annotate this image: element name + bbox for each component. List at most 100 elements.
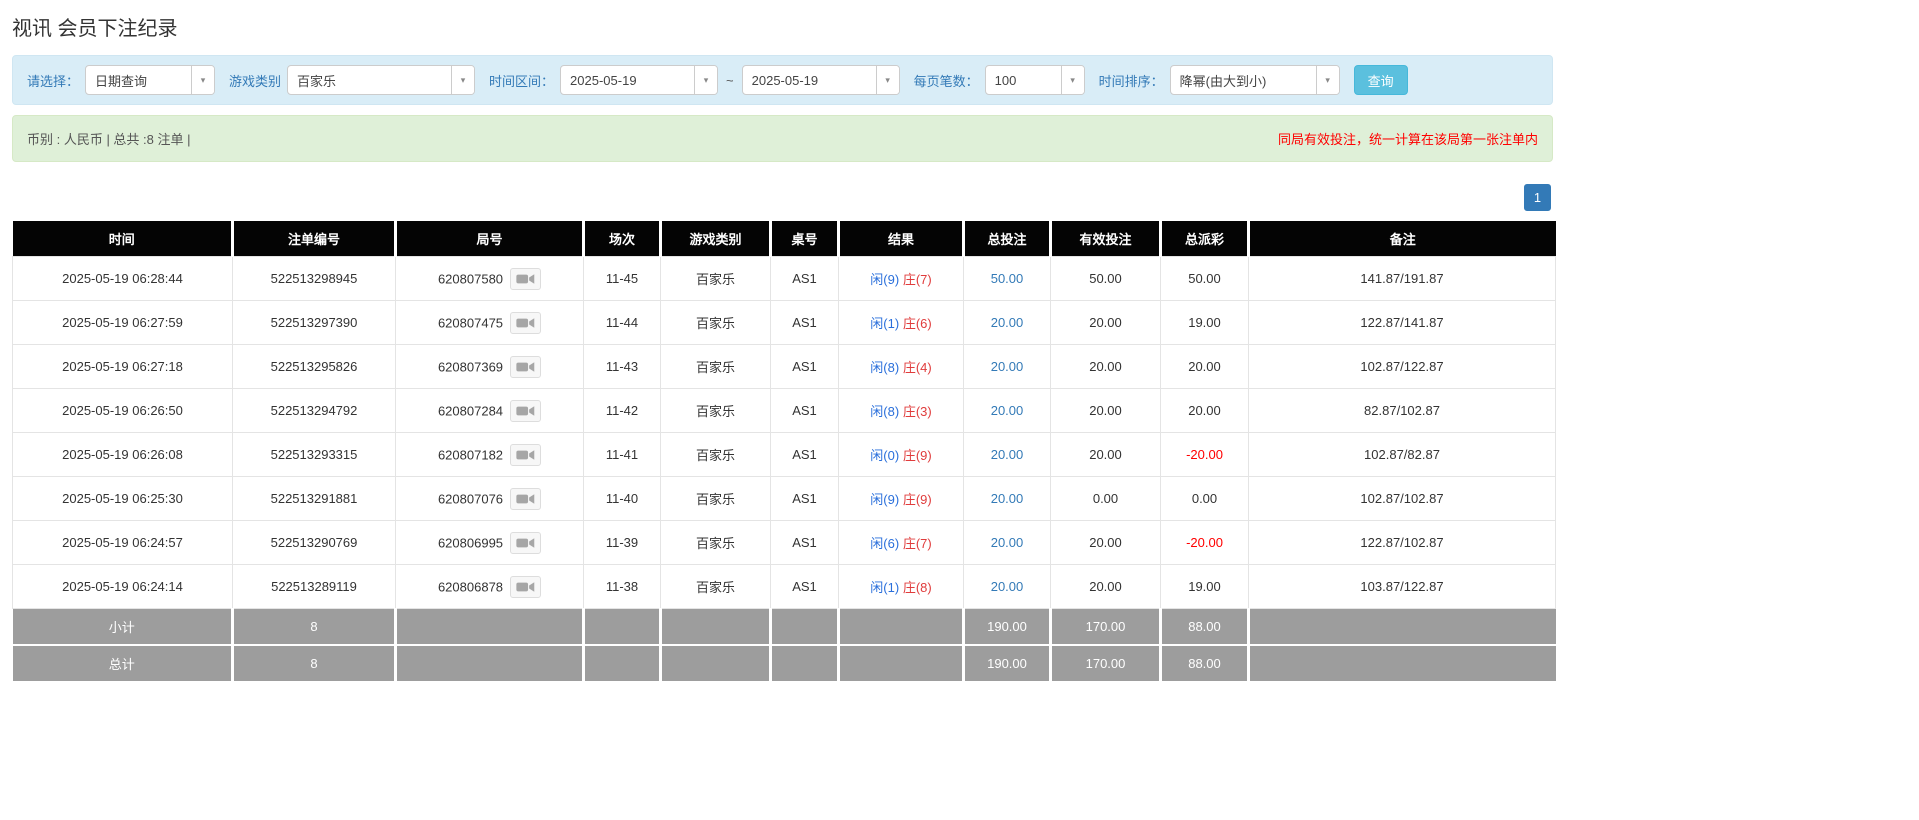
result-banker: 庄(4) [902, 360, 932, 375]
cell-game-type: 百家乐 [660, 520, 771, 565]
game-type-select[interactable]: 百家乐 ▾ [287, 65, 476, 95]
total-bet-link[interactable]: 20.00 [991, 491, 1024, 506]
page-button[interactable]: 1 [1524, 184, 1551, 211]
table-row: 2025-05-19 06:24:14 522513289119 620806878… [12, 564, 1556, 609]
cell-payout: -20.00 [1160, 432, 1249, 477]
video-icon[interactable] [510, 311, 542, 334]
date-from-select[interactable]: 2025-05-19 ▾ [560, 65, 719, 95]
video-icon[interactable] [510, 443, 542, 466]
cell-round: 620807580 [395, 256, 584, 301]
cell-time: 2025-05-19 06:27:59 [12, 300, 233, 345]
summary-row: 小计 8 190.00 170.00 88.00 [12, 608, 1556, 646]
cell-time: 2025-05-19 06:27:18 [12, 344, 233, 389]
chevron-down-icon[interactable]: ▾ [694, 66, 718, 94]
total-bet-link[interactable]: 20.00 [991, 447, 1024, 462]
cell-bet-id: 522513291881 [232, 476, 396, 521]
chevron-down-icon[interactable]: ▾ [191, 66, 215, 94]
cell-bet-id: 522513290769 [232, 520, 396, 565]
video-icon[interactable] [510, 267, 542, 290]
cell-bet-id: 522513298945 [232, 256, 396, 301]
cell-table-no: AS1 [770, 256, 839, 301]
summary-bar: 币别 : 人民币 | 总共 :8 注单 | 同局有效投注，统一计算在该局第一张注… [12, 115, 1553, 162]
cell-time: 2025-05-19 06:28:44 [12, 256, 233, 301]
cell-result: 闲(1) 庄(6) [838, 300, 964, 345]
cell-note: 122.87/141.87 [1248, 300, 1556, 345]
video-icon[interactable] [510, 399, 542, 422]
chevron-down-icon[interactable]: ▾ [1060, 66, 1084, 94]
cell-valid-bet: 20.00 [1050, 564, 1161, 609]
time-sort-select[interactable]: 降幂(由大到小) ▾ [1169, 65, 1340, 95]
date-from-value: 2025-05-19 [570, 72, 637, 88]
game-type-value: 百家乐 [297, 73, 337, 89]
cell-result: 闲(8) 庄(3) [838, 388, 964, 433]
column-header: 总投注 [963, 221, 1052, 257]
cell-session: 11-43 [583, 344, 661, 389]
cell-total-bet: 20.00 [963, 432, 1051, 477]
cell-valid-bet: 20.00 [1050, 300, 1161, 345]
summary-row: 总计 8 190.00 170.00 88.00 [12, 645, 1556, 683]
result-player: 闲(9) [870, 272, 900, 287]
video-icon[interactable] [510, 355, 542, 378]
cell-session: 11-38 [583, 564, 661, 609]
cell-note: 122.87/102.87 [1248, 520, 1556, 565]
cell-payout: 0.00 [1160, 476, 1249, 521]
cell-note: 102.87/82.87 [1248, 432, 1556, 477]
chevron-down-icon[interactable]: ▾ [451, 66, 475, 94]
page-size-select[interactable]: 100 ▾ [984, 65, 1085, 95]
pagination-top: 1 [12, 184, 1551, 211]
cell-table-no: AS1 [770, 520, 839, 565]
page-container: 视讯 会员下注纪录 请选择： 日期查询 ▾ 游戏类别 百家乐 ▾ 时间区间： 2… [0, 0, 1565, 820]
chevron-down-icon[interactable]: ▾ [875, 66, 899, 94]
chevron-down-icon[interactable]: ▾ [1315, 66, 1339, 94]
table-row: 2025-05-19 06:27:59 522513297390 620807475… [12, 300, 1556, 345]
range-separator: ~ [726, 72, 734, 88]
table-row: 2025-05-19 06:28:44 522513298945 620807580… [12, 256, 1556, 301]
total-bet-link[interactable]: 50.00 [991, 271, 1024, 286]
total-bet-link[interactable]: 20.00 [991, 579, 1024, 594]
cell-payout: 20.00 [1160, 388, 1249, 433]
total-bet-link[interactable]: 20.00 [991, 359, 1024, 374]
column-header: 备注 [1248, 221, 1556, 257]
date-to-select[interactable]: 2025-05-19 ▾ [741, 65, 900, 95]
cell-valid-bet: 20.00 [1050, 520, 1161, 565]
query-type-select[interactable]: 日期查询 ▾ [85, 65, 216, 95]
total-bet-link[interactable]: 20.00 [991, 403, 1024, 418]
summary-payout: 88.00 [1160, 608, 1250, 646]
column-header: 场次 [583, 221, 662, 257]
cell-game-type: 百家乐 [660, 476, 771, 521]
cell-bet-id: 522513293315 [232, 432, 396, 477]
table-row: 2025-05-19 06:27:18 522513295826 620807369… [12, 344, 1556, 389]
result-banker: 庄(9) [902, 492, 932, 507]
table-body: 2025-05-19 06:28:44 522513298945 620807580… [12, 256, 1556, 609]
table-row: 2025-05-19 06:26:08 522513293315 620807182… [12, 432, 1556, 477]
video-icon[interactable] [510, 575, 542, 598]
cell-result: 闲(1) 庄(8) [838, 564, 964, 609]
result-player: 闲(1) [870, 580, 900, 595]
page-size-value: 100 [994, 72, 1017, 88]
cell-note: 103.87/122.87 [1248, 564, 1556, 609]
total-bet-link[interactable]: 20.00 [991, 535, 1024, 550]
total-bet-link[interactable]: 20.00 [991, 315, 1024, 330]
cell-time: 2025-05-19 06:25:30 [12, 476, 233, 521]
time-sort-value: 降幂(由大到小) [1179, 73, 1267, 89]
cell-table-no: AS1 [770, 476, 839, 521]
summary-count: 8 [232, 645, 397, 683]
cell-result: 闲(6) 庄(7) [838, 520, 964, 565]
time-range-label: 时间区间： [489, 73, 555, 89]
cell-bet-id: 522513294792 [232, 388, 396, 433]
search-button[interactable]: 查询 [1353, 65, 1408, 95]
cell-game-type: 百家乐 [660, 300, 771, 345]
result-banker: 庄(7) [902, 536, 932, 551]
cell-bet-id: 522513289119 [232, 564, 396, 609]
column-header: 总派彩 [1160, 221, 1250, 257]
summary-count: 8 [232, 608, 397, 646]
cell-round: 620807475 [395, 300, 584, 345]
result-player: 闲(9) [870, 492, 900, 507]
column-header: 局号 [395, 221, 585, 257]
cell-table-no: AS1 [770, 388, 839, 433]
cell-session: 11-45 [583, 256, 661, 301]
column-header: 有效投注 [1050, 221, 1162, 257]
cell-game-type: 百家乐 [660, 388, 771, 433]
video-icon[interactable] [510, 487, 542, 510]
video-icon[interactable] [510, 531, 542, 554]
